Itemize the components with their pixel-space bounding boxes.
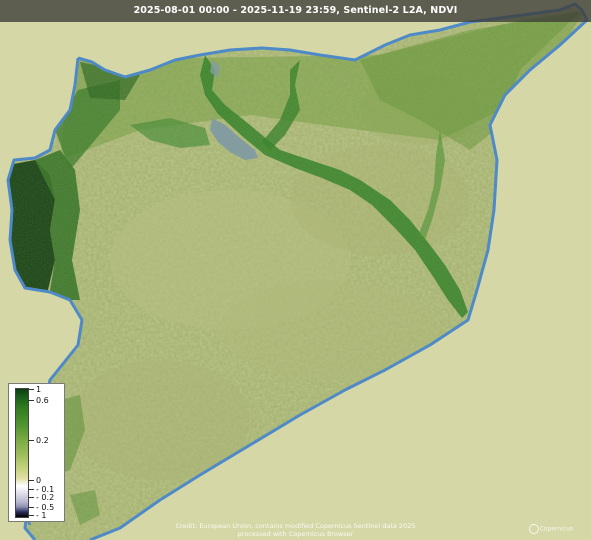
legend-tick [28,480,34,481]
legend-tick [28,389,34,390]
legend-tick [28,507,34,508]
land-area [8,4,587,540]
legend-color-bar [15,388,29,518]
attribution: Credit: European Union, contains modifie… [0,522,591,538]
legend-tick [28,400,34,401]
copernicus-logo-text: Copernicus [539,525,573,533]
map-view[interactable]: 2025-08-01 00:00 - 2025-11-19 23:59, Sen… [0,0,591,540]
ndvi-legend: 1 0.6 0.2 0 - 0.1 - 0.2 - 0.5 - 1 [8,383,65,522]
copernicus-logo-icon [528,524,539,534]
attribution-line-2: processed with Copernicus Browser [237,530,354,538]
legend-label: - 1 [36,511,47,520]
attribution-line-1: Credit: European Union, contains modifie… [175,522,416,530]
legend-tick [28,489,34,490]
copernicus-logo: Copernicus [528,524,573,534]
legend-label: 0.2 [36,436,49,445]
legend-label: 1 [36,385,42,394]
ndvi-map[interactable] [0,0,591,540]
legend-tick [28,440,34,441]
legend-label: 0 [36,476,42,485]
legend-label: 0.6 [36,396,49,405]
legend-tick [28,515,34,516]
legend-tick [28,497,34,498]
legend-label: - 0.2 [36,493,55,502]
map-title: 2025-08-01 00:00 - 2025-11-19 23:59, Sen… [0,0,591,22]
